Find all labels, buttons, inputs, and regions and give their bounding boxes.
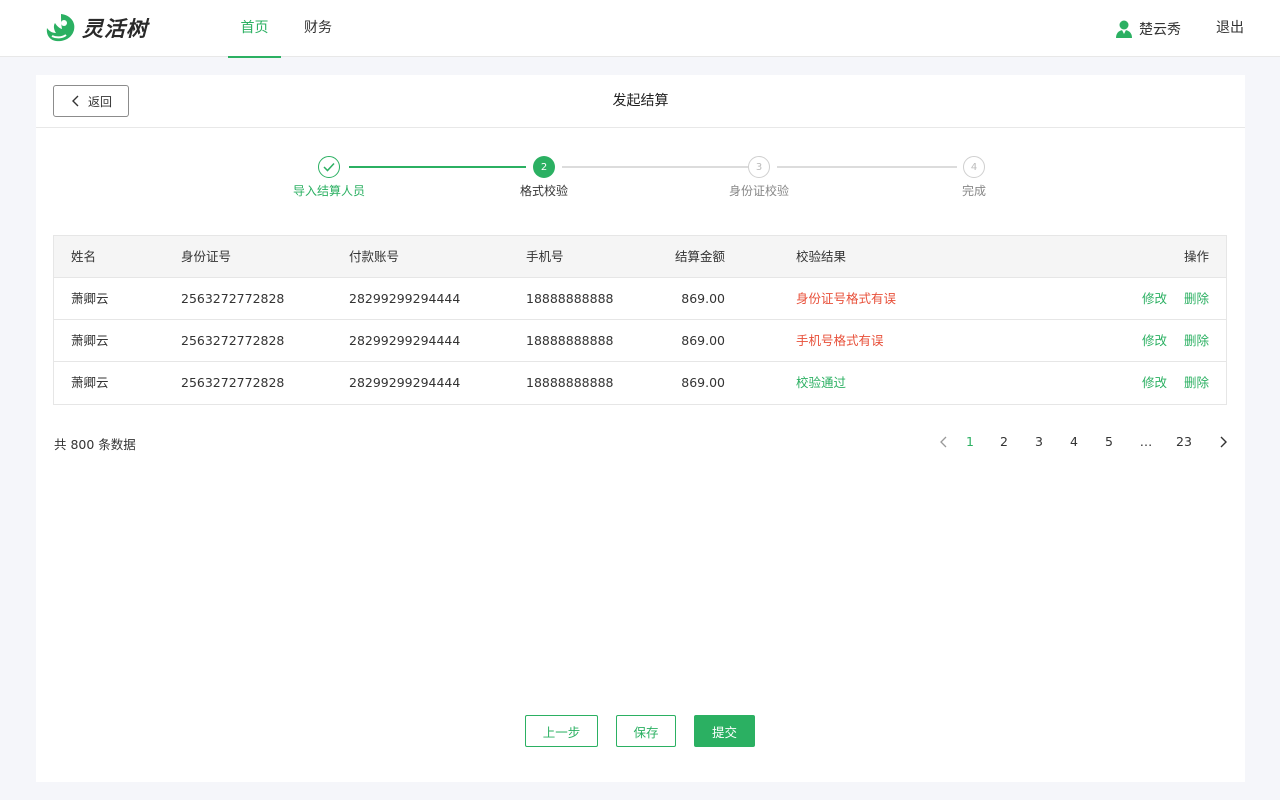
- step-3-label: 身份证校验: [728, 184, 789, 198]
- page-button[interactable]: 5: [1099, 434, 1119, 449]
- cell-id-no: 2563272772828: [181, 291, 285, 306]
- save-button[interactable]: 保存: [616, 715, 676, 747]
- cell-account: 28299299294444: [349, 291, 461, 306]
- back-button-label: 返回: [87, 94, 112, 109]
- cell-amount: 869.00: [681, 375, 725, 390]
- cell-phone: 18888888888: [526, 291, 614, 306]
- step-2-circle: 2: [533, 156, 555, 178]
- page-button[interactable]: 3: [1029, 434, 1049, 449]
- chevron-right-icon: [1220, 436, 1227, 448]
- header-name: 姓名: [71, 249, 97, 264]
- header-phone: 手机号: [526, 249, 564, 264]
- cell-name: 萧卿云: [71, 375, 109, 390]
- nav-item-finance[interactable]: 财务: [296, 0, 340, 57]
- table-header-row: 姓名 身份证号 付款账号 手机号 结算金额 校验结果 操作: [54, 236, 1226, 278]
- delete-link[interactable]: 删除: [1184, 362, 1209, 404]
- nav-item-label: 首页: [240, 20, 269, 36]
- total-count: 共 800 条数据: [54, 437, 136, 452]
- delete-link[interactable]: 删除: [1184, 278, 1209, 320]
- top-nav-bar: 灵活树 首页 财务 楚云秀 退出: [0, 0, 1280, 58]
- user-name: 楚云秀: [1139, 21, 1181, 38]
- header-result: 校验结果: [796, 249, 847, 264]
- step-connector: [562, 166, 748, 168]
- nav-item-home[interactable]: 首页: [228, 0, 281, 58]
- table-row: 萧卿云 2563272772828 28299299294444 1888888…: [54, 362, 1226, 404]
- settlement-table: 姓名 身份证号 付款账号 手机号 结算金额 校验结果 操作 萧卿云 256327…: [53, 235, 1227, 405]
- next-page-button[interactable]: [1213, 434, 1233, 451]
- header-actions: 操作: [1183, 249, 1209, 264]
- step-1-circle: [318, 156, 340, 178]
- header-amount: 结算金额: [674, 249, 725, 264]
- pagination: 1 2 3 4 5 … 23: [934, 434, 1234, 454]
- table-row: 萧卿云 2563272772828 28299299294444 1888888…: [54, 278, 1226, 320]
- leaf-hand-logo-icon: [46, 14, 75, 42]
- step-connector: [777, 166, 957, 168]
- edit-link[interactable]: 修改: [1142, 320, 1167, 362]
- nav-item-label: 财务: [304, 20, 332, 36]
- step-1-label: 导入结算人员: [292, 184, 365, 198]
- nav-active-underline: [228, 56, 281, 58]
- step-3-circle: 3: [748, 156, 770, 178]
- cell-id-no: 2563272772828: [181, 333, 285, 348]
- step-4-label: 完成: [961, 184, 986, 198]
- delete-link[interactable]: 删除: [1184, 320, 1209, 362]
- cell-id-no: 2563272772828: [181, 375, 285, 390]
- logout-link[interactable]: 退出: [1216, 0, 1244, 57]
- cell-amount: 869.00: [681, 333, 725, 348]
- settlement-panel: 发起结算 返回 导入结算人员 2 格式校验 3 身份证校验 4 完成 姓名 身份…: [36, 75, 1245, 782]
- check-icon: [323, 162, 335, 172]
- page-button[interactable]: 2: [994, 434, 1014, 449]
- cell-account: 28299299294444: [349, 333, 461, 348]
- page-button[interactable]: 1: [960, 434, 980, 449]
- edit-link[interactable]: 修改: [1142, 362, 1167, 404]
- header-id-no: 身份证号: [181, 249, 232, 264]
- logo-text: 灵活树: [82, 17, 148, 41]
- table-row: 萧卿云 2563272772828 28299299294444 1888888…: [54, 320, 1226, 362]
- prev-step-button[interactable]: 上一步: [525, 715, 598, 747]
- cell-result: 手机号格式有误: [796, 333, 884, 348]
- submit-button[interactable]: 提交: [694, 715, 755, 747]
- header-account: 付款账号: [349, 249, 400, 264]
- cell-amount: 869.00: [681, 291, 725, 306]
- page-title: 发起结算: [612, 93, 669, 109]
- cell-phone: 18888888888: [526, 375, 614, 390]
- page-ellipsis: …: [1139, 434, 1153, 449]
- edit-link[interactable]: 修改: [1142, 278, 1167, 320]
- back-button[interactable]: 返回: [53, 85, 129, 117]
- cell-name: 萧卿云: [71, 291, 109, 306]
- step-connector-done: [349, 166, 526, 168]
- cell-result: 身份证号格式有误: [796, 291, 897, 306]
- prev-page-button[interactable]: [934, 434, 954, 451]
- user-menu[interactable]: 楚云秀: [1115, 0, 1181, 57]
- cell-result: 校验通过: [796, 375, 847, 390]
- cell-name: 萧卿云: [71, 333, 109, 348]
- user-avatar-icon: [1116, 20, 1132, 38]
- chevron-left-icon: [71, 95, 79, 107]
- app-logo[interactable]: 灵活树: [44, 12, 148, 44]
- page-button[interactable]: 4: [1064, 434, 1084, 449]
- cell-account: 28299299294444: [349, 375, 461, 390]
- step-4-circle: 4: [963, 156, 985, 178]
- cell-phone: 18888888888: [526, 333, 614, 348]
- page-button[interactable]: 23: [1170, 434, 1198, 449]
- chevron-left-icon: [940, 436, 947, 448]
- step-2-label: 格式校验: [519, 184, 568, 198]
- panel-header: 发起结算 返回: [36, 75, 1245, 128]
